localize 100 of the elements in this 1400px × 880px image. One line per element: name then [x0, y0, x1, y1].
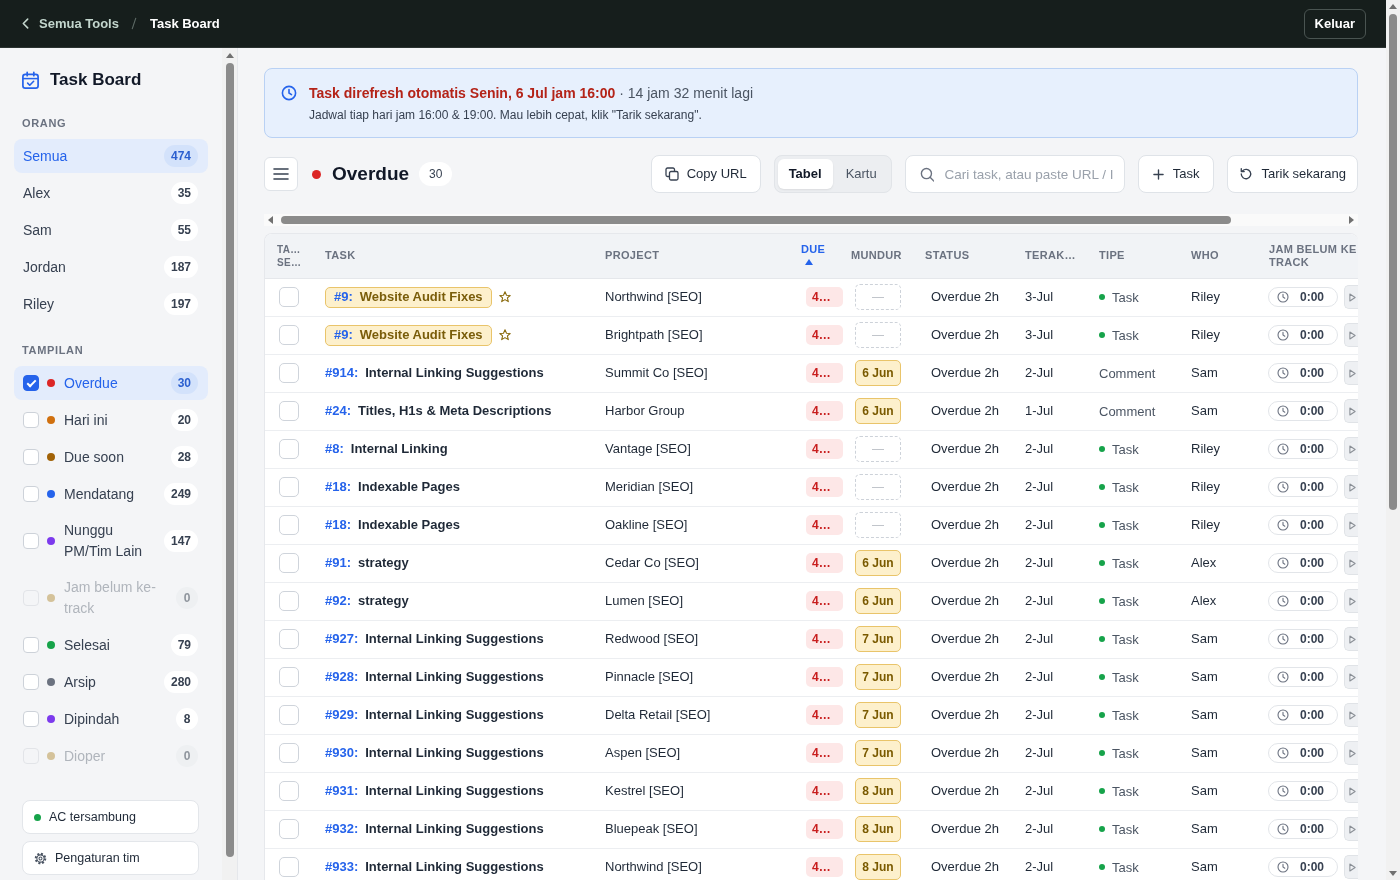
- type-label: Comment: [1099, 404, 1156, 420]
- row-checkbox[interactable]: [279, 439, 299, 460]
- row-checkbox[interactable]: [279, 629, 299, 650]
- task-id-link[interactable]: #92:: [325, 593, 352, 609]
- play-button[interactable]: [1344, 703, 1358, 727]
- task-id-link[interactable]: #927:: [325, 631, 359, 647]
- clock-icon: [1277, 557, 1289, 569]
- play-button[interactable]: [1344, 779, 1358, 803]
- play-button[interactable]: [1344, 855, 1358, 879]
- search-field[interactable]: Cari task, atau paste URL / I: [904, 155, 1125, 193]
- task-id-link[interactable]: #933:: [325, 859, 359, 875]
- row-checkbox[interactable]: [279, 705, 299, 726]
- person-item[interactable]: Alex 35: [14, 176, 208, 210]
- view-filter-item[interactable]: Arsip 280: [14, 665, 208, 699]
- menu-button[interactable]: [264, 157, 298, 191]
- star-icon: [498, 291, 511, 304]
- task-id-link[interactable]: #9:: [334, 287, 353, 307]
- column-header[interactable]: WHO: [1181, 234, 1259, 278]
- play-button[interactable]: [1344, 551, 1358, 575]
- column-header[interactable]: STATUS: [915, 234, 1015, 278]
- play-icon: [1349, 596, 1356, 606]
- clock-icon: [1277, 519, 1289, 531]
- person-item[interactable]: Riley 197: [14, 287, 208, 321]
- row-checkbox[interactable]: [279, 553, 299, 574]
- view-filter-item[interactable]: Selesai 79: [14, 628, 208, 662]
- add-task-button[interactable]: Task: [1137, 155, 1215, 193]
- play-button[interactable]: [1344, 475, 1358, 499]
- row-checkbox[interactable]: [279, 287, 299, 308]
- search-input[interactable]: Cari task, atau paste URL / I: [944, 162, 1118, 186]
- column-header[interactable]: TASK: [315, 234, 595, 278]
- row-checkbox[interactable]: [279, 857, 299, 878]
- play-button[interactable]: [1344, 513, 1358, 537]
- scroll-right-arrow-icon: [1349, 216, 1354, 224]
- row-checkbox[interactable]: [279, 591, 299, 612]
- row-checkbox[interactable]: [279, 781, 299, 802]
- count-badge: 147: [163, 530, 198, 552]
- task-id-link[interactable]: #932:: [325, 821, 359, 837]
- row-checkbox[interactable]: [279, 515, 299, 536]
- breadcrumb-link[interactable]: Semua Tools: [39, 13, 119, 34]
- row-checkbox[interactable]: [279, 477, 299, 498]
- row-checkbox[interactable]: [279, 667, 299, 688]
- copy-url-button[interactable]: Copy URL: [650, 155, 761, 193]
- view-filter-item[interactable]: Hari ini 20: [14, 403, 208, 437]
- task-id-link[interactable]: #930:: [325, 745, 359, 761]
- view-filter-item[interactable]: Dipindah 8: [14, 702, 208, 736]
- column-header[interactable]: TERAK…: [1015, 234, 1089, 278]
- column-header[interactable]: PROJECT: [595, 234, 791, 278]
- task-id-link[interactable]: #931:: [325, 783, 359, 799]
- play-button[interactable]: [1344, 817, 1358, 841]
- person-item[interactable]: Jordan 187: [14, 250, 208, 284]
- due-badge: 4…: [806, 629, 843, 650]
- play-button[interactable]: [1344, 627, 1358, 651]
- checkbox[interactable]: [23, 375, 39, 391]
- scrollbar-thumb[interactable]: [225, 63, 234, 857]
- column-header[interactable]: TA… SE…: [265, 234, 315, 278]
- refresh-button[interactable]: Tarik sekarang: [1227, 155, 1358, 193]
- play-button[interactable]: [1344, 323, 1358, 347]
- assignee-name: Sam: [1181, 696, 1259, 734]
- project-name: Northwind [SEO]: [595, 278, 791, 316]
- view-filter-item[interactable]: Overdue 30: [14, 366, 208, 400]
- play-button[interactable]: [1344, 399, 1358, 423]
- column-header[interactable]: MUNDUR: [845, 234, 915, 278]
- row-checkbox[interactable]: [279, 401, 299, 422]
- column-header[interactable]: DUE: [791, 234, 845, 278]
- scrollbar-thumb[interactable]: [1389, 14, 1397, 510]
- person-item[interactable]: Sam 55: [14, 213, 208, 247]
- scrollbar-thumb[interactable]: [281, 216, 1231, 224]
- view-filter-item[interactable]: Due soon 28: [14, 440, 208, 474]
- person-item[interactable]: Semua 474: [14, 139, 208, 173]
- play-button[interactable]: [1344, 665, 1358, 689]
- play-button[interactable]: [1344, 437, 1358, 461]
- column-header[interactable]: TIPE: [1089, 234, 1181, 278]
- task-id-link[interactable]: #91:: [325, 555, 352, 571]
- view-filter-item[interactable]: Nunggu PM/Tim Lain 147: [14, 514, 208, 568]
- row-checkbox[interactable]: [279, 325, 299, 346]
- play-button[interactable]: [1344, 361, 1358, 385]
- play-button[interactable]: [1344, 285, 1358, 309]
- view-mode-tab[interactable]: Tabel: [777, 159, 833, 189]
- task-title: Internal Linking Suggestions: [365, 707, 544, 723]
- task-id-link[interactable]: #9:: [334, 325, 353, 345]
- play-icon: [1349, 748, 1356, 758]
- play-button[interactable]: [1344, 741, 1358, 765]
- logout-button[interactable]: Keluar: [1303, 8, 1366, 39]
- task-id-link[interactable]: #914:: [325, 365, 359, 381]
- task-id-link[interactable]: #8:: [325, 441, 344, 457]
- type-label: Task: [1112, 632, 1139, 648]
- breadcrumb-current[interactable]: Task Board: [149, 13, 220, 34]
- row-checkbox[interactable]: [279, 363, 299, 384]
- play-button[interactable]: [1344, 589, 1358, 613]
- row-checkbox[interactable]: [279, 743, 299, 764]
- team-settings-button[interactable]: Pengaturan tim: [22, 841, 199, 875]
- column-header[interactable]: JAM BELUM KE TRACK: [1259, 234, 1358, 278]
- row-checkbox[interactable]: [279, 819, 299, 840]
- task-id-link[interactable]: #928:: [325, 669, 359, 685]
- task-id-link[interactable]: #18:: [325, 517, 352, 533]
- task-id-link[interactable]: #929:: [325, 707, 359, 723]
- task-id-link[interactable]: #24:: [325, 403, 352, 419]
- view-mode-tab[interactable]: Kartu: [834, 159, 888, 189]
- task-id-link[interactable]: #18:: [325, 479, 352, 495]
- view-filter-item[interactable]: Mendatang 249: [14, 477, 208, 511]
